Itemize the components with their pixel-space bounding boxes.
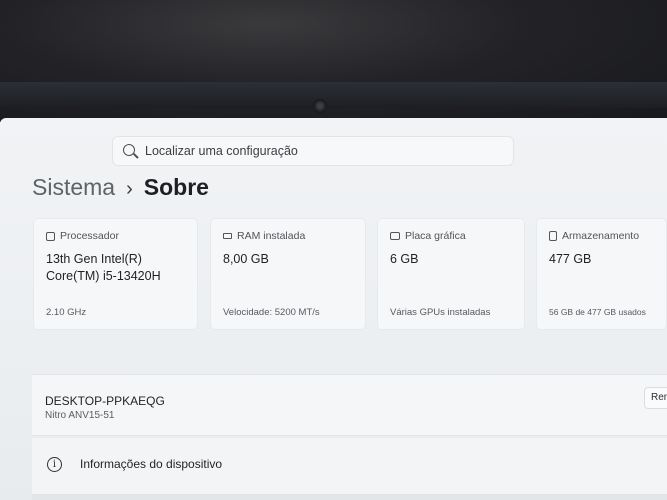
device-info-row[interactable]: i Informações do dispositivo: [32, 438, 667, 494]
spec-label: Armazenamento: [562, 230, 640, 242]
spec-value: 477 GB: [549, 252, 592, 266]
spec-card-processor: Processador 13th Gen Intel(R) Core(TM) i…: [33, 218, 198, 330]
spec-value: 6 GB: [390, 252, 419, 266]
device-model: Nitro ANV15-51: [45, 410, 115, 421]
spec-detail: Várias GPUs instaladas: [390, 307, 491, 318]
spec-label: Processador: [60, 230, 119, 242]
breadcrumb: Sistema › Sobre: [32, 174, 209, 201]
spec-detail: Velocidade: 5200 MT/s: [223, 307, 320, 318]
device-name-panel: DESKTOP-PPKAEQG Nitro ANV15-51 Renomear: [32, 374, 667, 436]
spec-detail: 56 GB de 477 GB usados: [549, 307, 646, 317]
next-section-edge: [32, 494, 667, 500]
spec-detail: 2.10 GHz: [46, 307, 87, 318]
search-icon: [123, 144, 135, 156]
rename-button[interactable]: Renomear: [644, 387, 667, 409]
processor-icon: [46, 231, 55, 241]
device-name: DESKTOP-PPKAEQG: [45, 394, 165, 408]
page-title: Sobre: [143, 174, 209, 200]
webcam: [313, 99, 327, 113]
spec-label: Placa gráfica: [405, 230, 466, 242]
breadcrumb-system[interactable]: Sistema: [32, 174, 115, 200]
spec-value: 13th Gen Intel(R) Core(TM) i5-13420H: [46, 252, 161, 283]
gpu-icon: [390, 232, 400, 240]
breadcrumb-separator: ›: [126, 178, 133, 200]
spec-value: 8,00 GB: [223, 252, 269, 266]
spec-card-ram: RAM instalada 8,00 GB Velocidade: 5200 M…: [210, 218, 366, 330]
spec-card-storage: Armazenamento 477 GB 56 GB de 477 GB usa…: [536, 218, 667, 330]
info-icon: i: [47, 457, 62, 472]
spec-label: RAM instalada: [237, 230, 306, 242]
search-input[interactable]: Localizar uma configuração: [145, 144, 298, 158]
storage-icon: [549, 231, 557, 241]
device-info-label: Informações do dispositivo: [80, 457, 223, 471]
bezel-edge: [0, 82, 667, 108]
ram-icon: [223, 233, 232, 239]
spec-card-gpu: Placa gráfica 6 GB Várias GPUs instalada…: [377, 218, 525, 330]
search-box[interactable]: Localizar uma configuração: [112, 136, 514, 166]
